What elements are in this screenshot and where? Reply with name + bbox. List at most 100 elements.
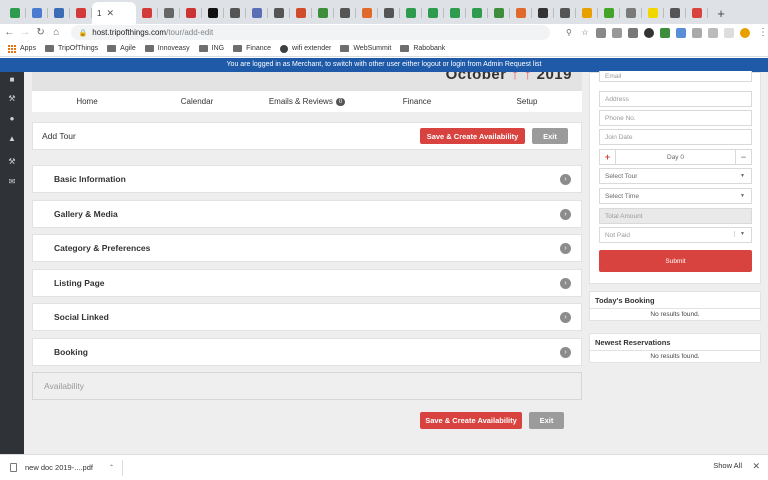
browser-tab[interactable]: [4, 2, 26, 24]
chevron-up-icon[interactable]: ⌃: [109, 464, 114, 471]
browser-tab[interactable]: [422, 2, 444, 24]
chevron-right-icon[interactable]: ›: [560, 174, 571, 185]
browser-tab[interactable]: [576, 2, 598, 24]
close-tab-icon[interactable]: ✕: [106, 8, 114, 19]
extension-icon[interactable]: [659, 27, 670, 38]
users-icon[interactable]: ▲: [7, 133, 17, 143]
save-create-availability-button[interactable]: Save & Create Availability: [420, 128, 525, 144]
back-icon[interactable]: ←: [3, 26, 16, 40]
profile-avatar-icon[interactable]: [739, 27, 750, 38]
nav-emails-reviews[interactable]: Emails & Reviews 0: [252, 97, 362, 106]
chevron-right-icon[interactable]: ›: [560, 347, 571, 358]
browser-tab[interactable]: [664, 2, 686, 24]
extension-icon[interactable]: [691, 27, 702, 38]
chevron-right-icon[interactable]: ›: [560, 243, 571, 254]
browser-tab[interactable]: [598, 2, 620, 24]
section-listing-page[interactable]: Listing Page ›: [32, 269, 582, 297]
download-item[interactable]: new doc 2019-....pdf ⌃: [10, 463, 114, 472]
browser-tab[interactable]: [554, 2, 576, 24]
browser-tab[interactable]: [686, 2, 708, 24]
browser-menu-icon[interactable]: ⋮: [758, 27, 768, 38]
browser-tab[interactable]: [268, 2, 290, 24]
nav-calendar[interactable]: Calendar: [142, 97, 252, 106]
browser-tab[interactable]: [48, 2, 70, 24]
reload-icon[interactable]: ↻: [34, 26, 47, 40]
browser-tab[interactable]: [356, 2, 378, 24]
phone-field[interactable]: Phone No.: [599, 110, 752, 126]
home-icon[interactable]: ⌂: [50, 26, 63, 40]
forward-icon[interactable]: →: [19, 26, 32, 40]
bookmark-star-icon[interactable]: ☆: [580, 28, 590, 38]
chevron-right-icon[interactable]: ›: [560, 312, 571, 323]
browser-tab[interactable]: [488, 2, 510, 24]
select-time-dropdown[interactable]: Select Time ▼: [599, 188, 752, 204]
bookmark-item[interactable]: ING: [198, 45, 224, 52]
bookmark-item[interactable]: WebSummit: [340, 45, 391, 52]
exit-button[interactable]: Exit: [529, 412, 564, 429]
month-navigation-icon[interactable]: ↑ ↑: [511, 72, 532, 83]
browser-tab[interactable]: [224, 2, 246, 24]
browser-tab[interactable]: [444, 2, 466, 24]
bookmark-item[interactable]: TripOfThings: [44, 45, 98, 52]
browser-tab[interactable]: [334, 2, 356, 24]
section-social-linked[interactable]: Social Linked ›: [32, 303, 582, 331]
chevron-right-icon[interactable]: ›: [560, 209, 571, 220]
browser-tab[interactable]: [202, 2, 224, 24]
browser-tab[interactable]: [290, 2, 312, 24]
section-basic-information[interactable]: Basic Information ›: [32, 165, 582, 193]
nav-setup[interactable]: Setup: [472, 97, 582, 106]
browser-tab[interactable]: [642, 2, 664, 24]
bookmark-item[interactable]: Agile: [107, 45, 136, 52]
section-category-preferences[interactable]: Category & Preferences ›: [32, 234, 582, 262]
envelope-icon[interactable]: ✉: [7, 176, 17, 186]
extension-icon[interactable]: [643, 27, 654, 38]
increment-button[interactable]: +: [600, 150, 616, 164]
bookmark-item[interactable]: Rabobank: [400, 45, 445, 52]
extension-icon[interactable]: [707, 27, 718, 38]
submit-button[interactable]: Submit: [599, 250, 752, 272]
extension-icon[interactable]: [611, 27, 622, 38]
browser-tab[interactable]: [532, 2, 554, 24]
browser-tab[interactable]: [466, 2, 488, 24]
email-field[interactable]: Email: [599, 71, 752, 82]
browser-tab[interactable]: [312, 2, 334, 24]
browser-tab[interactable]: [180, 2, 202, 24]
address-field[interactable]: Address: [599, 91, 752, 107]
browser-tab[interactable]: [400, 2, 422, 24]
bookmark-item[interactable]: Finance: [233, 45, 271, 52]
extension-icon[interactable]: [627, 27, 638, 38]
decrement-button[interactable]: −: [735, 150, 751, 164]
nav-home[interactable]: Home: [32, 97, 142, 106]
payment-status-dropdown[interactable]: Not Paid ▼: [599, 227, 752, 243]
tools-icon[interactable]: ⚒: [7, 156, 17, 166]
bookmark-item[interactable]: Innoveasy: [144, 45, 190, 52]
section-gallery-media[interactable]: Gallery & Media ›: [32, 200, 582, 228]
browser-tab[interactable]: [136, 2, 158, 24]
save-create-availability-button[interactable]: Save & Create Availability: [420, 412, 522, 429]
chevron-right-icon[interactable]: ›: [560, 278, 571, 289]
section-booking[interactable]: Booking ›: [32, 338, 582, 366]
bookmark-item[interactable]: Apps: [8, 44, 36, 53]
browser-tab[interactable]: [510, 2, 532, 24]
home-icon[interactable]: ■: [7, 74, 17, 84]
browser-tab[interactable]: [246, 2, 268, 24]
browser-tab[interactable]: [70, 2, 92, 24]
browser-tab[interactable]: [620, 2, 642, 24]
join-date-field[interactable]: Join Date: [599, 129, 752, 145]
browser-tab-active[interactable]: 1 ✕: [92, 2, 136, 24]
browser-tab[interactable]: [26, 2, 48, 24]
address-bar[interactable]: 🔒 host.tripofthings.com/tour/add-edit: [70, 25, 550, 40]
browser-tab[interactable]: [158, 2, 180, 24]
nav-finance[interactable]: Finance: [362, 97, 472, 106]
select-tour-dropdown[interactable]: Select Tour ▼: [599, 168, 752, 184]
zoom-icon[interactable]: ⚲: [564, 28, 574, 38]
wrench-icon[interactable]: ⚒: [7, 93, 17, 103]
close-icon[interactable]: ✕: [752, 461, 760, 472]
new-tab-button[interactable]: +: [712, 2, 730, 24]
location-pin-icon[interactable]: ●: [7, 113, 17, 123]
show-all-button[interactable]: Show All: [713, 461, 742, 470]
extension-icon[interactable]: [595, 27, 606, 38]
bookmark-item[interactable]: wifi extender: [280, 44, 331, 53]
exit-button[interactable]: Exit: [532, 128, 568, 144]
extension-icon[interactable]: [675, 27, 686, 38]
